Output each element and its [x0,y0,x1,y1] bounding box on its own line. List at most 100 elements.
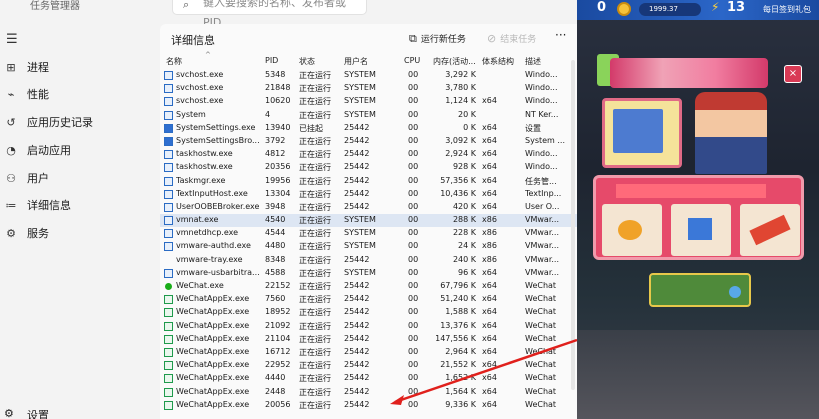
daily-sign-in-button[interactable]: 每日签到礼包 [763,4,811,15]
cell-description: WeChat [525,294,557,304]
cell-arch: x64 [482,346,497,356]
column-header-description[interactable]: 描述 [525,56,541,67]
vertical-scrollbar[interactable] [571,60,575,390]
sidebar-item-label: 进程 [27,61,49,74]
table-row[interactable]: svchost.exe 21848 正在运行 SYSTEM 00 3,780 K Windo… [160,82,577,95]
cell-name: vmware-tray.exe [176,254,243,264]
sidebar-item-label: 详细信息 [27,199,71,212]
sidebar: ☰ ⊞ 进程 ⌁ 性能 ↺ 应用历史记录 ◔ 启动应用 ⚇ 用户 ≔ 详细信息 … [0,24,160,419]
column-header-status[interactable]: 状态 [299,56,315,67]
table-row[interactable]: Taskmgr.exe 19956 正在运行 25442 00 57,356 Kx64 任务… [160,175,577,188]
sidebar-item-settings[interactable]: ⚙ 设置 [0,406,160,419]
column-header-name[interactable]: 名称 [166,56,182,67]
table-row[interactable]: WeChat.exe 22152 正在运行 25442 00 67,796 Kx64 WeC… [160,280,577,293]
cell-name: vmware-usbarbitra... [176,267,260,277]
table-row[interactable]: vmware-tray.exe 8348 正在运行 25442 00 240 Kx86 VM… [160,254,577,267]
cell-pid: 18952 [265,307,291,317]
more-options-button[interactable]: ··· [555,28,566,42]
table-row[interactable]: UserOOBEBroker.exe 3948 正在运行 25442 00 420 Kx6… [160,201,577,214]
reward-panel [593,175,804,260]
cell-status: 正在运行 [299,229,331,239]
cell-user: 25442 [344,333,370,343]
table-row[interactable]: WeChatAppEx.exe 20056 正在运行 25442 00 9,336 Kx6… [160,399,577,412]
cell-pid: 2448 [265,386,286,396]
table-header: 名称 PID 状态 用户名 CPU 内存(活动... 体系结构 描述 [160,56,577,69]
cell-status: 已挂起 [299,123,323,133]
table-row[interactable]: taskhostw.exe 20356 正在运行 25442 00 928 Kx64 Win… [160,161,577,174]
cell-status: 正在运行 [299,97,331,107]
table-row[interactable]: WeChatAppEx.exe 21092 正在运行 25442 00 13,376 Kx… [160,320,577,333]
cell-description: Windo... [525,83,558,93]
process-icon [164,84,173,94]
cell-name: vmware-authd.exe [176,241,251,251]
sidebar-item-details[interactable]: ≔ 详细信息 [0,195,160,219]
cell-user: 25442 [344,386,370,396]
cell-user: SYSTEM [344,70,376,79]
cell-name: WeChatAppEx.exe [176,294,250,304]
column-header-arch[interactable]: 体系结构 [482,56,514,67]
sidebar-item-performance[interactable]: ⌁ 性能 [0,84,160,108]
cell-user: 25442 [344,281,370,290]
table-row[interactable]: vmnetdhcp.exe 4544 正在运行 SYSTEM 00 228 Kx86 VMw… [160,227,577,240]
column-header-cpu[interactable]: CPU [404,56,420,65]
end-task-button[interactable]: ⊘ 结束任务 [487,32,536,45]
cell-pid: 20356 [265,162,291,172]
cell-arch: x64 [482,175,497,185]
table-row[interactable]: WeChatAppEx.exe 7560 正在运行 25442 00 51,240 Kx6… [160,293,577,306]
table-row[interactable]: TextInputHost.exe 13304 正在运行 25442 00 10,436 … [160,188,577,201]
hamburger-menu-icon[interactable]: ☰ [6,32,18,47]
table-row[interactable]: vmware-usbarbitra... 4588 正在运行 SYSTEM 00 96 K… [160,267,577,280]
sidebar-item-app-history[interactable]: ↺ 应用历史记录 [0,112,160,136]
column-header-user[interactable]: 用户名 [344,56,368,67]
run-new-task-button[interactable]: ⧉ 运行新任务 [409,32,466,46]
cell-arch: x64 [482,149,497,159]
list-icon: ≔ [5,199,17,212]
cell-user: SYSTEM [344,241,376,251]
claim-button[interactable] [649,273,751,307]
table-row[interactable]: WeChatAppEx.exe 16712 正在运行 25442 00 2,964 Kx6… [160,346,577,359]
cell-status: 正在运行 [299,84,331,94]
sidebar-item-label: 设置 [27,409,49,419]
cell-pid: 4440 [265,373,286,383]
cell-arch: x86 [482,215,497,225]
close-button[interactable]: × [784,65,802,83]
column-header-pid[interactable]: PID [265,56,278,65]
chart-icon: ⌁ [7,88,15,101]
cell-arch: x86 [482,241,497,251]
cell-arch: x64 [482,281,497,290]
cell-name: vmnat.exe [176,215,219,225]
table-row[interactable]: WeChatAppEx.exe 18952 正在运行 25442 00 1,588 Kx6… [160,306,577,319]
sidebar-item-users[interactable]: ⚇ 用户 [0,168,160,192]
cell-description: VMwar... [525,254,560,264]
search-input[interactable]: ⌕ 键入要搜索的名称、发布者或 PID [172,0,367,29]
sidebar-item-processes[interactable]: ⊞ 进程 [0,57,160,81]
cell-pid: 21848 [265,83,291,93]
column-header-memory[interactable]: 内存(活动... [433,56,476,67]
table-row[interactable]: WeChatAppEx.exe 22952 正在运行 25442 00 21,552 Kx… [160,359,577,372]
table-row[interactable]: WeChatAppEx.exe 21104 正在运行 25442 00 147,556 K… [160,333,577,346]
table-row[interactable]: svchost.exe 10620 正在运行 SYSTEM 00 1,124 Kx64 Wi… [160,95,577,108]
table-row[interactable]: SystemSettings.exe 13940 已挂起 25442 00 0 Kx64 设… [160,122,577,135]
cell-status: 正在运行 [299,361,331,371]
cell-status: 正在运行 [299,202,331,212]
sidebar-item-services[interactable]: ⚙ 服务 [0,223,160,247]
table-row[interactable]: SystemSettingsBro... 3792 正在运行 25442 00 3,092… [160,135,577,148]
cell-description: VMwar... [525,215,560,225]
table-row[interactable]: svchost.exe 5348 正在运行 SYSTEM 00 3,292 K Windo.… [160,69,577,82]
cell-arch: x86 [482,254,497,264]
table-row[interactable]: WeChatAppEx.exe 4440 正在运行 25442 00 1,652 Kx64… [160,372,577,385]
cell-pid: 3948 [265,201,286,211]
table-row[interactable]: taskhostw.exe 4812 正在运行 25442 00 2,924 Kx64 Wi… [160,148,577,161]
cell-status: 正在运行 [299,189,331,199]
table-row[interactable]: WeChatAppEx.exe 2448 正在运行 25442 00 1,564 Kx64… [160,386,577,399]
process-icon [164,374,173,384]
cell-name: WeChatAppEx.exe [176,333,250,343]
character-image [695,92,767,174]
cell-user: SYSTEM [344,228,376,238]
table-row[interactable]: vmware-authd.exe 4480 正在运行 SYSTEM 00 24 Kx86 V… [160,240,577,253]
gear-icon: ⚙ [4,407,14,419]
table-row[interactable]: System 4 正在运行 SYSTEM 00 20 K NT Ker... [160,109,577,122]
sidebar-item-startup-apps[interactable]: ◔ 启动应用 [0,140,160,164]
table-row[interactable]: vmnat.exe 4540 正在运行 SYSTEM 00 288 Kx86 VMwar..… [160,214,577,228]
run-task-icon: ⧉ [409,32,417,45]
